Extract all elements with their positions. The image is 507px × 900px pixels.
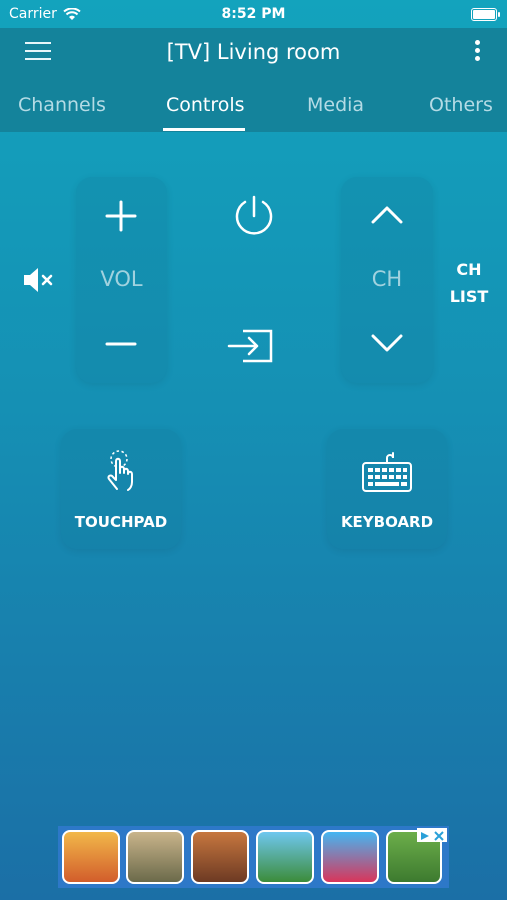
ad-game-tile[interactable] xyxy=(62,830,120,884)
volume-down-button[interactable] xyxy=(104,335,138,353)
page-title: [TV] Living room xyxy=(166,40,341,64)
keyboard-label: KEYBOARD xyxy=(340,513,434,531)
touchpad-button[interactable]: TOUCHPAD xyxy=(61,429,181,549)
tab-media[interactable]: Media xyxy=(307,94,364,116)
input-source-icon[interactable] xyxy=(227,328,275,364)
ad-game-tile[interactable] xyxy=(256,830,314,884)
power-icon[interactable] xyxy=(232,194,276,238)
channel-up-button[interactable] xyxy=(370,203,404,225)
keyboard-icon xyxy=(362,452,412,492)
finger-tap-icon xyxy=(107,450,133,491)
ad-banner[interactable] xyxy=(58,826,449,888)
keyboard-button[interactable]: KEYBOARD xyxy=(327,429,447,549)
speaker-mute-icon[interactable] xyxy=(22,266,54,294)
volume-rocker: VOL xyxy=(76,177,167,383)
ad-game-tile[interactable] xyxy=(126,830,184,884)
tab-controls[interactable]: Controls xyxy=(166,94,245,116)
channel-down-button[interactable] xyxy=(370,333,404,355)
status-time: 8:52 PM xyxy=(221,6,286,22)
ad-game-tile[interactable] xyxy=(191,830,249,884)
battery-icon xyxy=(471,8,500,21)
touchpad-label: TOUCHPAD xyxy=(74,513,168,531)
active-tab-indicator xyxy=(163,128,245,131)
tab-others[interactable]: Others xyxy=(429,94,493,116)
vertical-dots-icon[interactable] xyxy=(475,40,483,64)
channel-rocker: CH xyxy=(341,177,433,383)
ad-choices-icon[interactable] xyxy=(417,828,447,842)
ch-list-button[interactable]: CH LIST xyxy=(446,256,492,310)
top-bar: [TV] Living room Channels Controls Media… xyxy=(0,28,507,132)
tab-channels[interactable]: Channels xyxy=(18,94,106,116)
vol-label: VOL xyxy=(100,267,143,291)
status-bar: Carrier 8:52 PM xyxy=(0,0,507,28)
ch-label: CH xyxy=(371,267,403,291)
volume-up-button[interactable] xyxy=(104,199,138,233)
tab-bar: Channels Controls Media Others xyxy=(0,90,507,132)
ad-game-tile[interactable] xyxy=(321,830,379,884)
